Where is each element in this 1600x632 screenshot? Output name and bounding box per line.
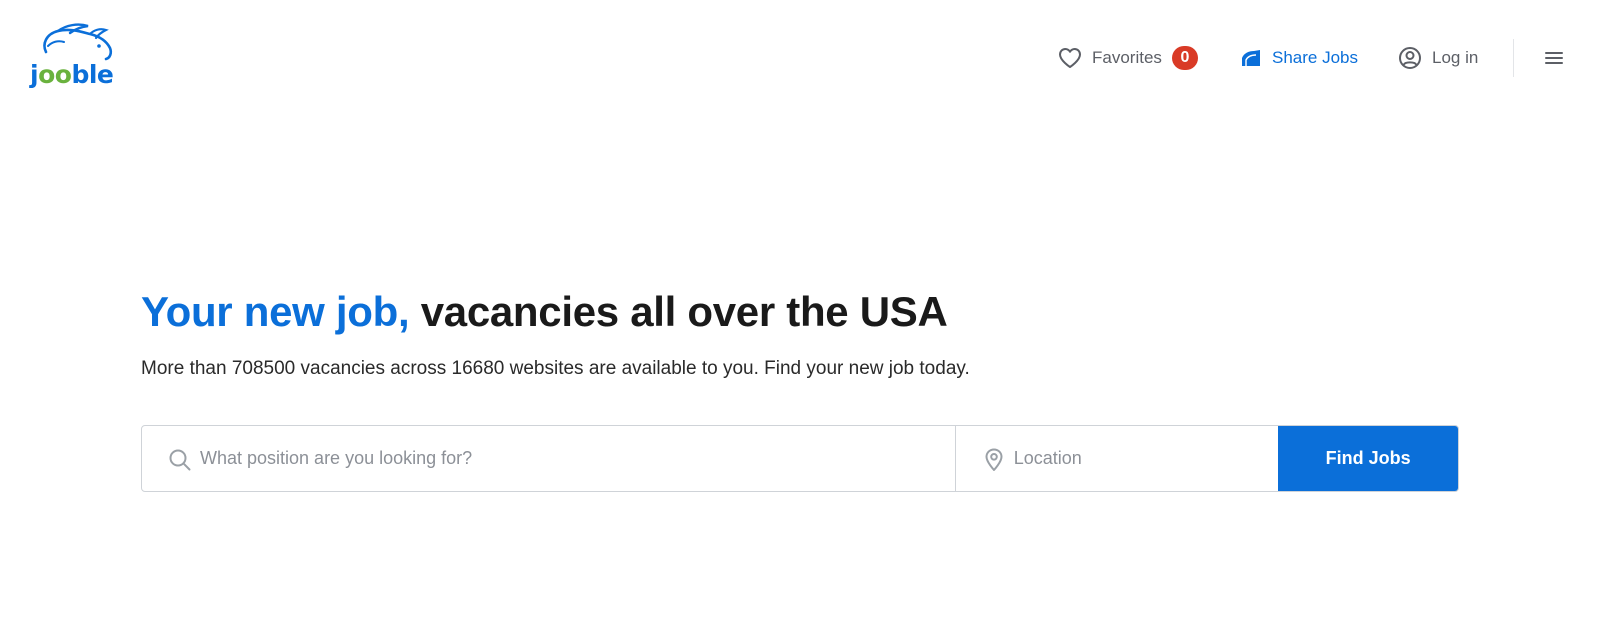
page: jooble Favorites 0 Share Jobs Log in You… xyxy=(0,0,1600,632)
location-field xyxy=(956,426,1279,491)
location-input[interactable] xyxy=(1013,426,1267,491)
share-jobs-label: Share Jobs xyxy=(1272,48,1358,67)
share-icon xyxy=(1240,48,1262,68)
page-title: Your new job, vacancies all over the USA xyxy=(141,288,948,336)
page-title-accent: Your new job, xyxy=(141,288,410,335)
hamburger-menu-icon xyxy=(1544,50,1564,66)
search-icon xyxy=(168,448,192,477)
favorites-link[interactable]: Favorites 0 xyxy=(1058,40,1198,76)
login-link[interactable]: Log in xyxy=(1398,40,1478,76)
job-search-form: Find Jobs xyxy=(141,425,1459,492)
header-divider xyxy=(1513,39,1514,77)
page-title-rest: vacancies all over the USA xyxy=(420,288,948,335)
login-label: Log in xyxy=(1432,48,1479,67)
location-pin-icon xyxy=(984,448,1004,477)
header-nav: Favorites 0 Share Jobs Log in xyxy=(0,40,1600,76)
position-field xyxy=(142,426,956,491)
share-jobs-link[interactable]: Share Jobs xyxy=(1240,40,1358,76)
heart-icon xyxy=(1058,47,1082,69)
user-circle-icon xyxy=(1398,46,1422,70)
menu-button[interactable] xyxy=(1544,40,1564,76)
favorites-label: Favorites xyxy=(1092,48,1162,67)
find-jobs-button[interactable]: Find Jobs xyxy=(1278,426,1458,491)
position-input[interactable] xyxy=(200,426,943,491)
site-header: jooble Favorites 0 Share Jobs Log in xyxy=(0,0,1600,116)
favorites-count-badge: 0 xyxy=(1171,46,1198,70)
page-subtitle: More than 708500 vacancies across 16680 … xyxy=(141,358,970,379)
